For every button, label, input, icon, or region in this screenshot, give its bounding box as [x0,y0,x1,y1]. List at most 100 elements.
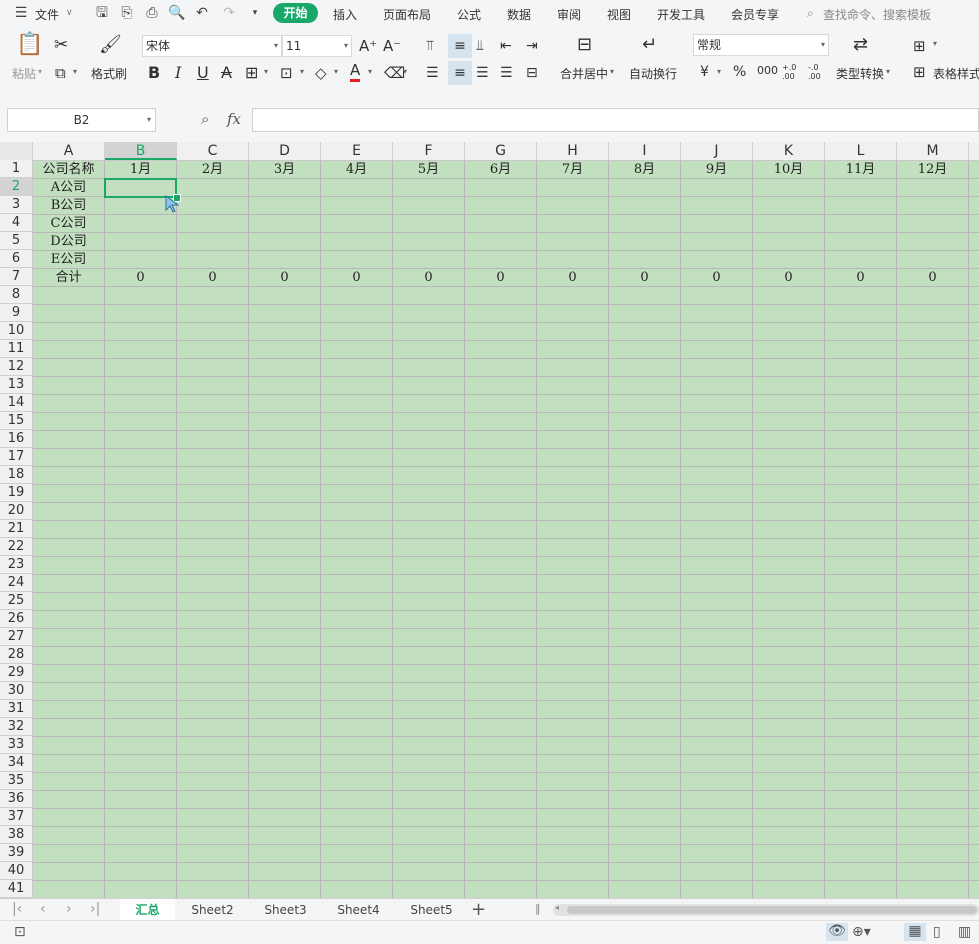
column-header-h[interactable]: H [537,142,609,160]
company-name-cell[interactable]: A公司 [33,179,104,197]
total-value-cell[interactable]: 0 [825,269,896,287]
row-header[interactable]: 19 [0,484,32,502]
percent-icon[interactable]: % [733,64,746,80]
row-header[interactable]: 29 [0,664,32,682]
tab-home[interactable]: 开始 [273,3,318,23]
row-header[interactable]: 20 [0,502,32,520]
company-name-cell[interactable]: D公司 [33,233,104,251]
fill-color-dropdown-icon[interactable]: ▾ [334,67,338,76]
row-header[interactable]: 1 [0,160,32,178]
row-header[interactable]: 26 [0,610,32,628]
scroll-left-icon[interactable]: ◂ [555,903,559,912]
row-header[interactable]: 25 [0,592,32,610]
number-format-select[interactable]: 常规 ▾ [693,34,829,56]
eye-protection-icon[interactable]: 👁 [826,923,848,941]
row-header[interactable]: 11 [0,340,32,358]
cut-icon[interactable]: ✂ [54,35,68,55]
row-header[interactable]: 41 [0,880,32,898]
header-cell[interactable]: 12月 [897,161,968,179]
row-header[interactable]: 21 [0,520,32,538]
row-header[interactable]: 22 [0,538,32,556]
currency-dropdown-icon[interactable]: ▾ [717,67,721,76]
add-sheet-icon[interactable]: + [471,899,486,920]
row-header[interactable]: 23 [0,556,32,574]
row-header[interactable]: 34 [0,754,32,772]
clear-format-dropdown-icon[interactable]: ▾ [403,67,407,76]
auto-wrap-icon[interactable]: ↵ [642,35,657,55]
underline-icon[interactable]: U [197,63,209,83]
redo-icon[interactable]: ↷ [220,4,238,22]
row-header[interactable]: 18 [0,466,32,484]
normal-view-icon[interactable]: ▦ [904,923,926,941]
macro-record-icon[interactable]: ⊡ [14,924,26,940]
row-header[interactable]: 36 [0,790,32,808]
column-header-e[interactable]: E [321,142,393,160]
save-icon[interactable]: 🖫 [93,4,111,22]
tab-insert[interactable]: 插入 [333,6,357,23]
row-header[interactable]: 28 [0,646,32,664]
row-header[interactable]: 14 [0,394,32,412]
fill-color-icon[interactable]: ◇ [315,63,327,83]
merge-center-icon[interactable]: ⊟ [577,35,592,55]
row-header[interactable]: 6 [0,250,32,268]
row-header[interactable]: 12 [0,358,32,376]
row-header[interactable]: 31 [0,700,32,718]
type-convert-dropdown-icon[interactable]: ▾ [886,67,890,76]
sheet-tab-sheet3[interactable]: Sheet3 [253,899,318,921]
border-icon[interactable]: ⊞ [245,63,258,83]
row-header[interactable]: 40 [0,862,32,880]
column-header-i[interactable]: I [609,142,681,160]
thousands-icon[interactable]: 000 [757,64,778,77]
total-value-cell[interactable]: 0 [609,269,680,287]
header-cell[interactable]: 8月 [609,161,680,179]
type-convert-button[interactable]: 类型转换 [836,65,884,82]
next-sheet-icon[interactable]: › [66,901,72,917]
print-icon[interactable]: ⎙ [143,4,161,22]
select-all-corner[interactable] [0,142,33,160]
sheet-tab-sheet4[interactable]: Sheet4 [326,899,391,921]
header-cell[interactable]: 6月 [465,161,536,179]
border-style-icon[interactable]: ⊡ [280,63,293,83]
table-style-button[interactable]: 表格样式 [933,65,979,82]
row-header[interactable]: 5 [0,232,32,250]
header-cell[interactable]: 2月 [177,161,248,179]
header-cell[interactable]: 3月 [249,161,320,179]
conditional-format-dropdown-icon[interactable]: ▾ [933,39,937,48]
header-cell[interactable]: 9月 [681,161,752,179]
tab-review[interactable]: 审阅 [557,6,581,23]
align-center-icon[interactable]: ≡ [448,61,472,85]
decrease-indent-icon[interactable]: ⇤ [500,36,512,56]
quick-access-more-icon[interactable]: ▾ [246,4,264,22]
column-header-d[interactable]: D [249,142,321,160]
total-value-cell[interactable]: 0 [753,269,824,287]
total-value-cell[interactable]: 0 [537,269,608,287]
header-cell[interactable]: 1月 [105,161,176,179]
name-box-dropdown-icon[interactable]: ▾ [147,109,151,131]
decrease-font-icon[interactable]: A⁻ [383,36,401,56]
prev-sheet-icon[interactable]: ‹ [40,901,46,917]
merge-center-dropdown-icon[interactable]: ▾ [610,67,614,76]
border-style-dropdown-icon[interactable]: ▾ [300,67,304,76]
strikethrough-icon[interactable]: A [221,63,232,83]
italic-icon[interactable]: I [175,63,181,83]
column-header-f[interactable]: F [393,142,465,160]
paste-button[interactable]: 粘贴 [12,65,36,82]
align-bottom-icon[interactable]: ⫫ [476,36,484,56]
align-middle-icon[interactable]: ≡ [448,34,472,58]
sheet-tab-sheet5[interactable]: Sheet5 [399,899,464,921]
header-cell[interactable]: 5月 [393,161,464,179]
paste-dropdown-icon[interactable]: ▾ [38,67,42,76]
font-color-icon[interactable]: A [350,62,361,82]
row-header[interactable]: 39 [0,844,32,862]
total-value-cell[interactable]: 0 [465,269,536,287]
bold-icon[interactable]: B [148,63,160,83]
paste-icon[interactable]: 📋 [16,34,43,56]
row-header[interactable]: 15 [0,412,32,430]
header-cell[interactable]: 公司名称 [33,161,104,179]
total-value-cell[interactable]: 0 [177,269,248,287]
column-header-c[interactable]: C [177,142,249,160]
row-header[interactable]: 37 [0,808,32,826]
type-convert-icon[interactable]: ⇄ [853,35,868,55]
file-menu[interactable]: 文件 [35,6,59,23]
format-painter-button[interactable]: 格式刷 [91,65,127,82]
